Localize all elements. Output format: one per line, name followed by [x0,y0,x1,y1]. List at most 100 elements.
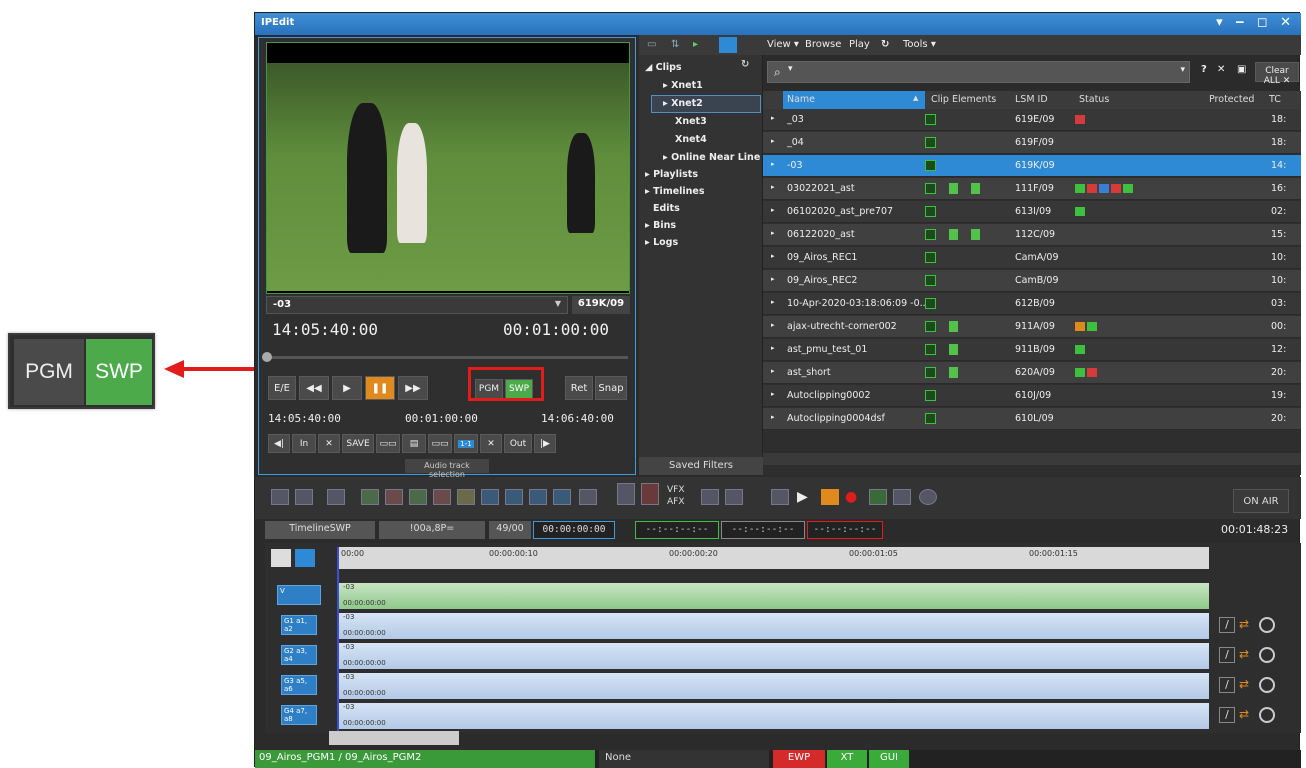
render-icon[interactable] [869,489,887,505]
clear-in-button[interactable]: ✕ [318,434,340,453]
split-audio-icon[interactable]: ▭▭ [376,434,400,453]
track-label[interactable]: G1 a1, a2 [281,615,317,635]
expand-icon[interactable]: ▸ [771,298,775,306]
refresh-icon[interactable]: ↻ [881,39,889,50]
seek-bar[interactable] [266,356,628,359]
expand-icon[interactable]: ▸ [771,160,775,168]
fx-icon[interactable] [641,483,659,505]
table-row[interactable]: ▸ 06102020_ast_pre707 613I/09 02: [763,201,1301,223]
menu-play[interactable]: Play [849,39,870,50]
expand-icon[interactable]: ▸ [771,367,775,375]
filter-icon[interactable]: ▸ [693,39,698,50]
clear-search-button[interactable]: ✕ [1217,64,1225,75]
edit-tool-icon[interactable] [529,489,547,505]
column-tc[interactable]: TC [1269,94,1281,105]
table-row[interactable]: ▸ Autoclipping0004dsf 610L/09 20: [763,408,1301,430]
timeline-timecode-field[interactable]: 00:00:00:00 [533,521,615,539]
swap-icon[interactable]: ⇄ [1239,617,1255,633]
speaker-icon[interactable] [1259,617,1275,633]
column-name[interactable]: Name [787,94,815,105]
table-row[interactable]: ▸ _04 619F/09 18: [763,132,1301,154]
expand-icon[interactable]: ▸ [771,137,775,145]
on-air-button[interactable]: ON AIR [1233,489,1289,513]
mark-out-button[interactable]: Out [504,434,532,453]
clear-all-button[interactable]: Clear ALL ✕ [1255,62,1299,86]
marker-icon[interactable] [271,549,291,567]
table-row[interactable]: ▸ ast_pmu_test_01 911B/09 12: [763,339,1301,361]
edit-tool-icon[interactable] [433,489,451,505]
insert-clip-icon[interactable] [327,489,345,505]
save-filter-icon[interactable]: ▣ [1237,64,1246,75]
expand-icon[interactable]: ▸ [771,390,775,398]
track-clip[interactable]: -03 00:00:00:00 [339,613,1209,639]
redo-icon[interactable] [295,489,313,505]
tree-item-xnet1[interactable]: ▸ Xnet1 [663,80,703,91]
undo-icon[interactable] [271,489,289,505]
vfx-label[interactable]: VFX [667,485,685,495]
help-button[interactable]: ? [1201,64,1207,75]
column-lsm-id[interactable]: LSM ID [1015,94,1048,105]
track-label[interactable]: G3 a5, a6 [281,675,317,695]
down-icon[interactable] [725,489,743,505]
play-button[interactable]: ▶ [332,376,362,400]
snap-button[interactable]: Snap [595,376,627,400]
table-row[interactable]: ▸ -03 619K/09 14: [763,155,1301,177]
expand-icon[interactable]: ▸ [771,183,775,191]
column-status[interactable]: Status [1079,94,1109,105]
menu-view[interactable]: View ▾ [767,39,799,50]
swap-icon[interactable]: ⇄ [1239,677,1255,693]
expand-icon[interactable]: ▸ [771,275,775,283]
headphones-icon[interactable] [919,489,937,505]
edit-tool-icon[interactable] [385,489,403,505]
table-row[interactable]: ▸ ast_short 620A/09 20: [763,362,1301,384]
expand-icon[interactable]: ▸ [771,229,775,237]
mark-in-button[interactable]: In [292,434,316,453]
table-row[interactable]: ▸ Autoclipping0002 610J/09 19: [763,385,1301,407]
fx-icon[interactable] [617,483,635,505]
edit-tool-icon[interactable] [457,489,475,505]
pen-icon[interactable]: / [1219,677,1235,693]
edit-tool-icon[interactable] [505,489,523,505]
column-clip-elements[interactable]: Clip Elements [931,94,996,105]
go-to-end-button[interactable]: |▶ [534,434,556,453]
tree-item-edits[interactable]: Edits [653,203,680,214]
column-protected[interactable]: Protected [1209,94,1254,105]
chevron-down-icon[interactable]: ▾ [788,64,793,74]
list-icon[interactable]: ▭ [647,39,656,50]
horizontal-scrollbar[interactable] [763,453,1301,465]
tree-item-xnet2[interactable]: ▸ Xnet2 [663,98,703,109]
table-row[interactable]: ▸ ajax-utrecht-corner002 911A/09 00: [763,316,1301,338]
speaker-icon[interactable] [1259,707,1275,723]
edit-tool-icon[interactable] [553,489,571,505]
seek-knob[interactable] [262,352,272,362]
edit-tool-icon[interactable] [361,489,379,505]
sort-icon[interactable]: ⇅ [671,39,679,50]
pause-icon[interactable] [821,489,839,505]
fast-forward-button[interactable]: ▶▶ [398,376,428,400]
zoom-slider[interactable] [329,731,459,745]
table-row[interactable]: ▸ _03 619E/09 18: [763,109,1301,131]
expand-icon[interactable]: ▸ [771,321,775,329]
expand-icon[interactable]: ▸ [771,114,775,122]
edit-tool-icon[interactable] [481,489,499,505]
table-row[interactable]: ▸ 09_Airos_REC2 CamB/09 10: [763,270,1301,292]
rewind-button[interactable]: ◀◀ [299,376,329,400]
tree-item-online-near-line[interactable]: ▸ Online Near Line [663,152,760,163]
expand-icon[interactable]: ▸ [771,206,775,214]
ee-button[interactable]: E/E [268,376,296,400]
speaker-icon[interactable] [1259,647,1275,663]
track-clip[interactable]: -03 00:00:00:00 [339,643,1209,669]
table-row[interactable]: ▸ 10-Apr-2020-03:18:06:09 -0... 612B/09 03: [763,293,1301,315]
track-label[interactable]: V [277,585,321,605]
expand-icon[interactable]: ▸ [771,413,775,421]
track-clip[interactable]: -03 00:00:00:00 [339,703,1209,729]
track-clip[interactable]: -03 00:00:00:00 [339,673,1209,699]
speaker-icon[interactable] [1259,677,1275,693]
tree-item-timelines[interactable]: ▸ Timelines [645,186,705,197]
loop-icon[interactable] [771,489,789,505]
go-to-start-button[interactable]: ◀| [268,434,290,453]
tree-item-xnet4[interactable]: Xnet4 [675,134,707,145]
tree-item-bins[interactable]: ▸ Bins [645,220,676,231]
pen-icon[interactable]: / [1219,617,1235,633]
swap-icon[interactable]: ⇄ [1239,707,1255,723]
